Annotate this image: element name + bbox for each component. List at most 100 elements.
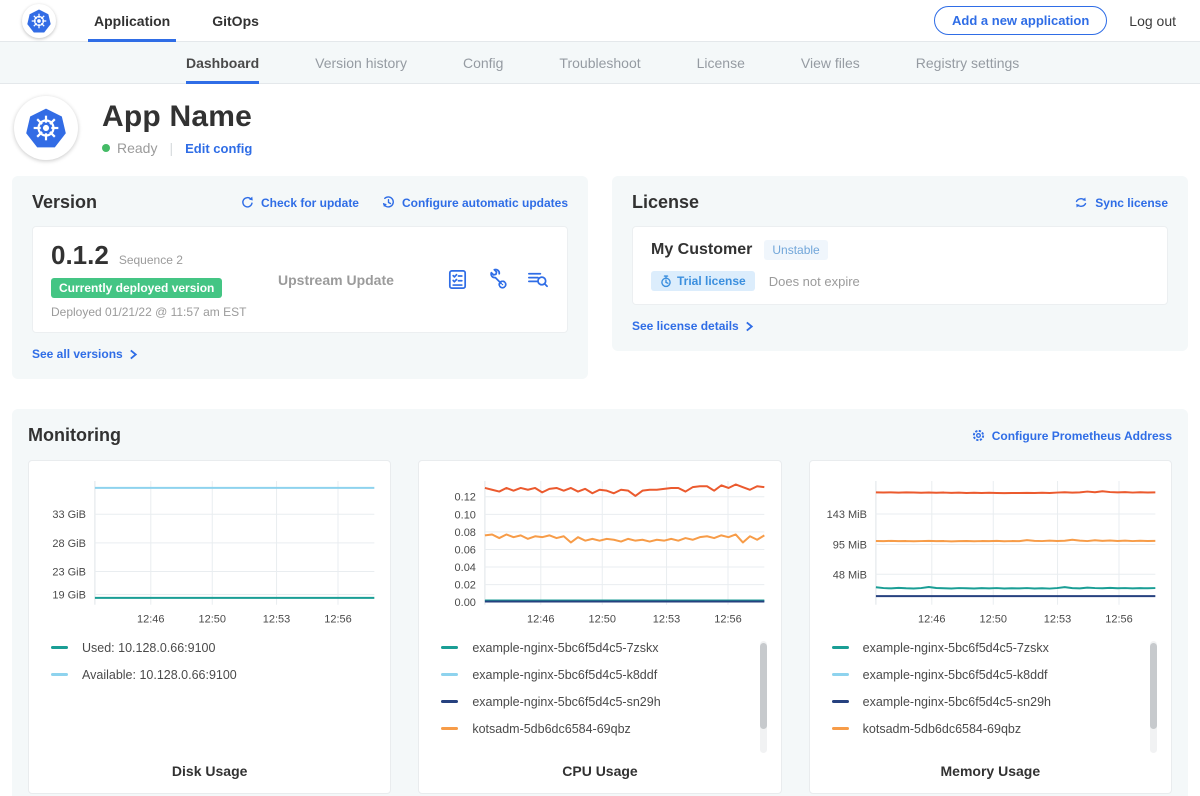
tab-dashboard[interactable]: Dashboard <box>186 42 259 83</box>
legend-item: kotsadm-5db6dc6584-69qbz <box>441 722 770 736</box>
version-card-title: Version <box>32 192 97 213</box>
svg-text:19 GiB: 19 GiB <box>52 589 86 601</box>
add-application-button[interactable]: Add a new application <box>934 6 1107 35</box>
current-version-row: 0.1.2 Sequence 2 Currently deployed vers… <box>32 226 568 333</box>
configure-prometheus-label: Configure Prometheus Address <box>992 429 1172 443</box>
top-nav-tabs: Application GitOps <box>88 0 265 41</box>
check-for-update-link[interactable]: Check for update <box>240 195 359 210</box>
status-dot <box>102 144 110 152</box>
cpu-usage-chart-title: CPU Usage <box>429 763 770 779</box>
legend-swatch <box>51 646 68 649</box>
tab-registry-settings[interactable]: Registry settings <box>916 42 1019 83</box>
legend-item: example-nginx-5bc6f5d4c5-k8ddf <box>441 668 770 682</box>
legend-swatch <box>832 727 849 730</box>
logout-button[interactable]: Log out <box>1129 13 1176 29</box>
svg-text:12:56: 12:56 <box>324 614 351 626</box>
disk-usage-chart-card: 19 GiB23 GiB28 GiB33 GiB12:4612:5012:531… <box>28 460 391 794</box>
tab-version-history[interactable]: Version history <box>315 42 407 83</box>
app-sub-nav: Dashboard Version history Config Trouble… <box>0 42 1200 84</box>
disk-usage-chart: 19 GiB23 GiB28 GiB33 GiB12:4612:5012:531… <box>39 473 380 633</box>
app-header: App Name Ready | Edit config <box>0 84 1200 176</box>
monitoring-title: Monitoring <box>28 425 121 446</box>
svg-text:0.06: 0.06 <box>455 544 476 556</box>
legend-item: example-nginx-5bc6f5d4c5-7zskx <box>441 641 770 655</box>
tab-application[interactable]: Application <box>88 0 176 41</box>
svg-text:12:50: 12:50 <box>589 614 616 626</box>
svg-text:12:46: 12:46 <box>918 614 945 626</box>
tab-application-label: Application <box>94 13 170 29</box>
charts-row: 19 GiB 23 GiB 28 GiB 33 GiB 12:46 12:50 12:53 1… <box>28 460 1172 794</box>
page-title: App Name <box>102 100 252 134</box>
chevron-right-icon <box>129 349 138 360</box>
tab-gitops[interactable]: GitOps <box>206 0 265 41</box>
status-text: Ready <box>117 140 157 156</box>
kubernetes-logo[interactable] <box>22 0 56 41</box>
legend-scrollbar-track <box>760 641 767 753</box>
refresh-icon <box>240 195 255 210</box>
tab-license[interactable]: License <box>697 42 745 83</box>
license-expiry: Does not expire <box>769 274 860 289</box>
svg-text:33 GiB: 33 GiB <box>52 509 86 521</box>
see-license-details-label: See license details <box>632 319 739 333</box>
see-license-details-link[interactable]: See license details <box>632 319 754 333</box>
license-card: License Sync license My Custo <box>612 176 1188 351</box>
svg-text:12:46: 12:46 <box>527 614 554 626</box>
svg-text:12:50: 12:50 <box>199 614 226 626</box>
kots-admin-console: Application GitOps Add a new application… <box>0 0 1200 796</box>
configure-auto-updates-link[interactable]: Configure automatic updates <box>381 195 568 210</box>
legend-swatch <box>441 673 458 676</box>
legend-scrollbar-thumb[interactable] <box>760 643 767 729</box>
app-avatar <box>14 96 78 160</box>
cpu-usage-chart: 0.000.020.040.060.080.100.1212:4612:5012… <box>429 473 770 633</box>
legend-swatch <box>441 727 458 730</box>
legend-swatch <box>441 646 458 649</box>
see-all-versions-link[interactable]: See all versions <box>32 347 138 361</box>
trial-license-badge: Trial license <box>651 271 755 291</box>
channel-badge: Unstable <box>764 240 827 260</box>
svg-text:0.02: 0.02 <box>455 580 476 592</box>
legend-scrollbar-thumb[interactable] <box>1150 643 1157 729</box>
version-number: 0.1.2 <box>51 240 109 271</box>
tab-view-files[interactable]: View files <box>801 42 860 83</box>
chevron-right-icon <box>745 321 754 332</box>
kubernetes-logo-icon <box>22 4 56 38</box>
svg-text:143 MiB: 143 MiB <box>826 509 866 521</box>
disk-usage-legend: Used: 10.128.0.66:9100Available: 10.128.… <box>51 641 380 763</box>
view-logs-icon[interactable] <box>526 268 549 291</box>
configure-auto-updates-label: Configure automatic updates <box>402 196 568 210</box>
version-card: Version Check for update <box>12 176 588 379</box>
svg-text:28 GiB: 28 GiB <box>52 538 86 550</box>
edit-config-wrench-icon[interactable] <box>486 268 509 291</box>
cards-row: Version Check for update <box>0 176 1200 379</box>
svg-text:23 GiB: 23 GiB <box>52 566 86 578</box>
cpu-usage-chart-card: 0.000.020.040.060.080.100.1212:4612:5012… <box>418 460 781 794</box>
gear-icon <box>971 428 986 443</box>
legend-swatch <box>832 700 849 703</box>
auto-update-clock-icon <box>381 195 396 210</box>
license-card-title: License <box>632 192 699 213</box>
svg-text:0.10: 0.10 <box>455 509 476 521</box>
legend-item: example-nginx-5bc6f5d4c5-sn29h <box>441 695 770 709</box>
configure-prometheus-link[interactable]: Configure Prometheus Address <box>971 428 1172 443</box>
preflight-checks-icon[interactable] <box>446 268 469 291</box>
svg-text:12:53: 12:53 <box>263 614 290 626</box>
trial-license-label: Trial license <box>677 274 746 288</box>
tab-gitops-label: GitOps <box>212 13 259 29</box>
svg-text:12:53: 12:53 <box>653 614 680 626</box>
sync-license-link[interactable]: Sync license <box>1073 195 1168 210</box>
tab-troubleshoot[interactable]: Troubleshoot <box>559 42 640 83</box>
memory-usage-chart-card: 48 MiB95 MiB143 MiB12:4612:5012:5312:56 … <box>809 460 1172 794</box>
edit-config-link[interactable]: Edit config <box>185 141 252 156</box>
deployed-date: Deployed 01/21/22 @ 11:57 am EST <box>51 305 266 319</box>
tab-config[interactable]: Config <box>463 42 503 83</box>
monitoring-section: Monitoring Configure Prometheus Address … <box>12 409 1188 796</box>
memory-usage-chart: 48 MiB95 MiB143 MiB12:4612:5012:5312:56 <box>820 473 1161 633</box>
legend-swatch <box>832 673 849 676</box>
legend-item: Used: 10.128.0.66:9100 <box>51 641 380 655</box>
customer-name: My Customer <box>651 241 752 259</box>
svg-text:0.00: 0.00 <box>455 597 476 609</box>
legend-scrollbar-track <box>1150 641 1157 753</box>
version-sequence: Sequence 2 <box>119 253 183 267</box>
svg-text:0.04: 0.04 <box>455 562 476 574</box>
svg-text:0.08: 0.08 <box>455 527 476 539</box>
